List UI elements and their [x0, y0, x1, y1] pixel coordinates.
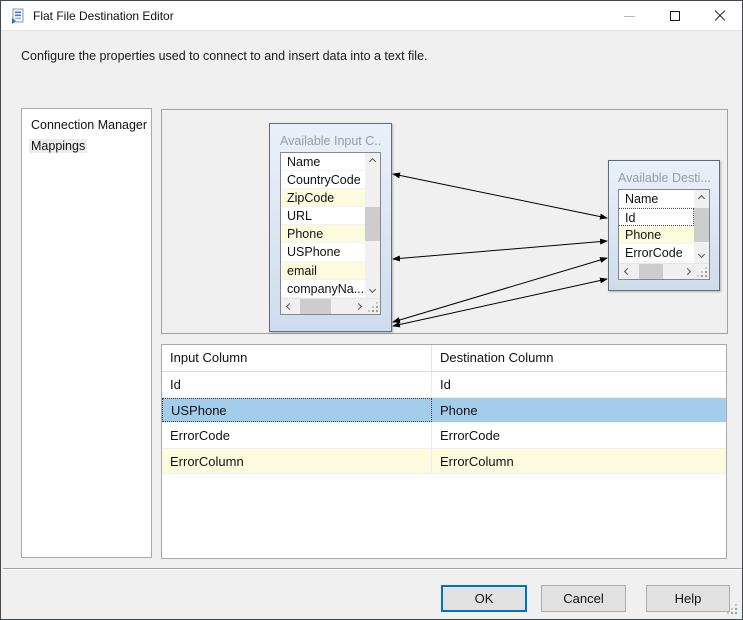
available-input-columns-box[interactable]: Available Input C... NameCountryCodeZipC… — [269, 123, 392, 332]
scroll-left-icon[interactable] — [619, 264, 634, 279]
table-row[interactable]: ErrorColumnErrorColumn — [162, 449, 726, 475]
close-icon — [714, 10, 726, 22]
input-columns-list: NameCountryCodeZipCodeURLPhoneUSPhoneema… — [280, 152, 381, 315]
scroll-down-icon[interactable] — [694, 248, 709, 263]
destination-column-cell[interactable]: Id — [432, 372, 726, 397]
scroll-right-icon[interactable] — [681, 264, 696, 279]
column-list-item[interactable]: CountryCode — [281, 171, 365, 189]
column-list-item[interactable]: Id — [619, 208, 694, 226]
input-box-title: Available Input C... — [280, 130, 381, 152]
destination-columns-list: NameIdPhoneErrorCode — [618, 189, 710, 280]
column-list-item[interactable]: URL — [281, 207, 365, 225]
destination-column-cell[interactable]: ErrorCode — [432, 423, 726, 448]
scroll-up-icon[interactable] — [694, 190, 709, 205]
cancel-button[interactable]: Cancel — [541, 585, 626, 612]
input-column-cell[interactable]: ErrorColumn — [162, 449, 432, 474]
scroll-right-icon[interactable] — [352, 299, 367, 314]
connector-id — [393, 174, 607, 218]
input-column-cell[interactable]: Id — [162, 372, 432, 397]
sidebar-item-connection-manager[interactable]: Connection Manager — [29, 115, 151, 136]
maximize-icon — [670, 11, 680, 21]
mapping-table-header: Input Column Destination Column — [162, 345, 726, 372]
ok-button[interactable]: OK — [441, 585, 527, 612]
horizontal-scroll-thumb[interactable] — [300, 299, 331, 314]
horizontal-scroll-thumb[interactable] — [639, 264, 663, 279]
column-list-item[interactable]: ErrorCode — [619, 244, 694, 262]
connector-errorcode — [393, 258, 607, 322]
connector-usphone-phone — [393, 241, 607, 259]
page-list: Connection Manager Mappings — [21, 108, 152, 558]
column-list-item[interactable]: companyNa... — [281, 280, 365, 298]
minimize-button — [607, 1, 652, 30]
destination-column-cell[interactable]: Phone — [432, 398, 726, 423]
input-column-header[interactable]: Input Column — [162, 345, 432, 371]
scroll-up-icon[interactable] — [365, 153, 380, 168]
input-horizontal-scrollbar[interactable] — [281, 299, 367, 314]
column-list-item[interactable]: Name — [619, 190, 694, 208]
connector-errorcolumn — [393, 279, 607, 326]
sidebar-item-label: Mappings — [29, 139, 87, 153]
input-column-cell[interactable]: ErrorCode — [162, 423, 432, 448]
close-button[interactable] — [697, 1, 742, 30]
dest-box-title: Available Desti... — [618, 167, 710, 189]
window-icon — [10, 8, 26, 24]
input-box-resize-grip[interactable] — [367, 299, 380, 314]
available-destination-columns-box[interactable]: Available Desti... NameIdPhoneErrorCode — [608, 160, 720, 291]
sidebar-item-mappings[interactable]: Mappings — [29, 136, 151, 157]
mapping-table: Input Column Destination Column IdIdUSPh… — [161, 344, 727, 559]
column-list-item[interactable]: Phone — [619, 226, 694, 244]
scroll-down-icon[interactable] — [365, 283, 380, 298]
maximize-button[interactable] — [652, 1, 697, 30]
footer-separator — [3, 568, 742, 569]
input-vertical-scrollbar[interactable] — [365, 153, 380, 298]
minimize-icon — [624, 16, 635, 17]
flat-file-destination-editor-dialog: { "window": { "title": "Flat File Destin… — [0, 0, 743, 620]
column-list-item[interactable]: USPhone — [281, 243, 365, 261]
dialog-description: Configure the properties used to connect… — [21, 49, 428, 63]
destination-column-header[interactable]: Destination Column — [432, 345, 726, 371]
title-bar: Flat File Destination Editor — [1, 1, 742, 31]
column-list-item[interactable]: Phone — [281, 225, 365, 243]
column-list-item[interactable]: ZipCode — [281, 189, 365, 207]
destination-column-cell[interactable]: ErrorColumn — [432, 449, 726, 474]
input-column-cell[interactable]: USPhone — [162, 398, 432, 423]
dialog-resize-grip[interactable] — [729, 606, 739, 616]
column-list-item[interactable]: Name — [281, 153, 365, 171]
window-title: Flat File Destination Editor — [33, 1, 174, 31]
mapping-diagram-panel: Available Input C... NameCountryCodeZipC… — [161, 109, 728, 334]
table-row[interactable]: ErrorCodeErrorCode — [162, 423, 726, 449]
scroll-left-icon[interactable] — [281, 299, 296, 314]
dest-horizontal-scrollbar[interactable] — [619, 264, 696, 279]
vertical-scroll-thumb[interactable] — [365, 207, 380, 241]
dest-box-resize-grip[interactable] — [696, 264, 709, 279]
column-list-item[interactable]: email — [281, 262, 365, 280]
table-row[interactable]: USPhonePhone — [162, 398, 726, 424]
sidebar-item-label: Connection Manager — [29, 118, 149, 132]
table-row[interactable]: IdId — [162, 372, 726, 398]
help-button[interactable]: Help — [646, 585, 730, 612]
vertical-scroll-thumb[interactable] — [694, 208, 709, 242]
dest-vertical-scrollbar[interactable] — [694, 190, 709, 263]
